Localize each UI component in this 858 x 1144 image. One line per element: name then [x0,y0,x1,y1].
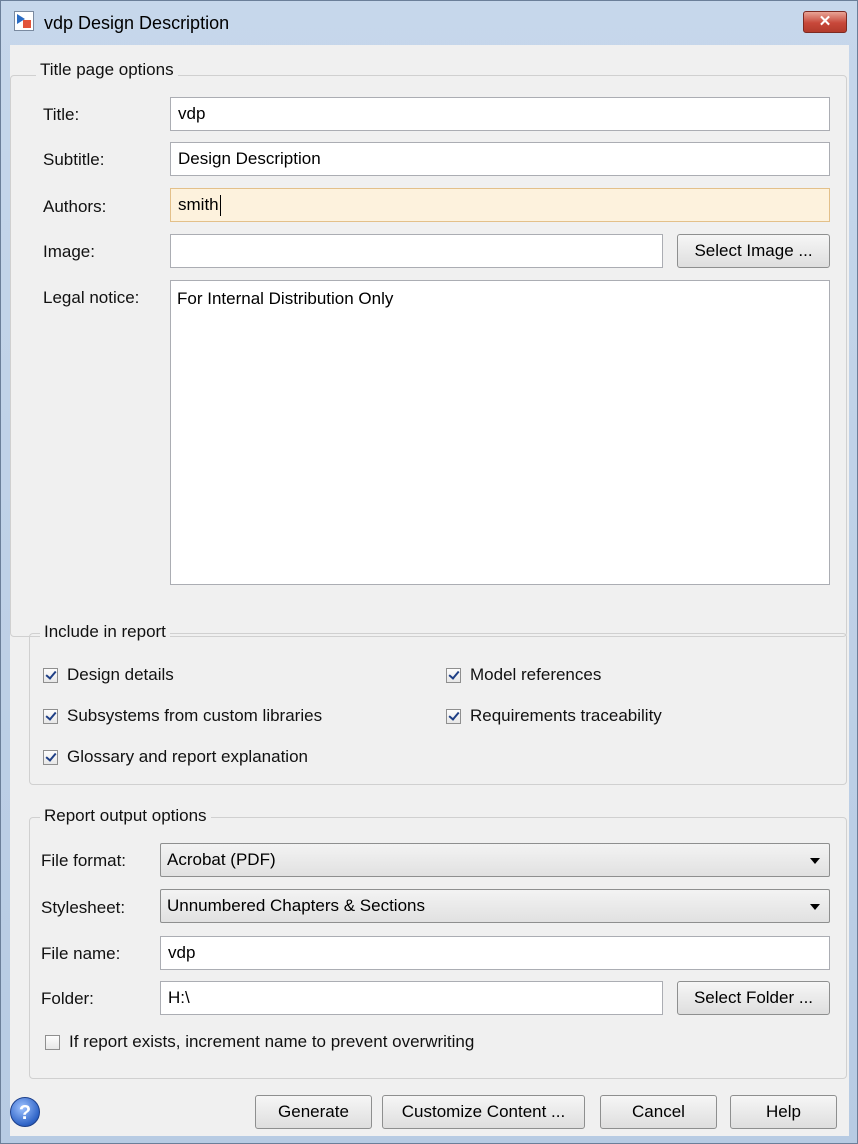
file-format-label: File format: [41,851,127,870]
text-caret [219,195,221,217]
glossary-checkbox[interactable] [43,749,58,765]
design-details-checkbox[interactable] [43,667,58,683]
option-glossary[interactable]: Glossary and report explanation [43,746,308,768]
folder-label: Folder: [41,989,94,1008]
stylesheet-value: Unnumbered Chapters & Sections [167,896,425,915]
authors-label: Authors: [43,197,107,216]
subtitle-label: Subtitle: [43,150,105,169]
stylesheet-label: Stylesheet: [41,898,126,917]
file-name-field[interactable]: vdp [160,936,830,970]
subsystems-custom-libraries-label: Subsystems from custom libraries [67,706,323,725]
title-field[interactable]: vdp [170,97,830,131]
design-details-label: Design details [67,665,174,684]
select-image-button[interactable]: Select Image ... [677,234,830,268]
close-button[interactable]: ✕ [803,11,847,33]
image-field[interactable] [170,234,663,268]
folder-field[interactable]: H:\ [160,981,663,1015]
customize-content-button[interactable]: Customize Content ... [382,1095,585,1129]
image-label: Image: [43,242,95,261]
chevron-down-icon [810,858,820,864]
subtitle-field[interactable]: Design Description [170,142,830,176]
title-label: Title: [43,105,80,124]
window-title: vdp Design Description [44,13,230,33]
help-button[interactable]: Help [730,1095,837,1129]
help-icon[interactable]: ? [10,1097,40,1127]
authors-value: smith [178,195,219,214]
file-format-dropdown[interactable]: Acrobat (PDF) [160,843,830,877]
legal-notice-label: Legal notice: [43,288,140,307]
file-name-label: File name: [41,944,121,963]
simulink-model-icon [14,11,34,31]
include-in-report-legend: Include in report [40,622,170,642]
dialog-body: Title page options Title: vdp Subtitle: … [10,45,849,1136]
title-page-options-legend: Title page options [36,60,178,80]
option-design-details[interactable]: Design details [43,664,174,686]
title-bar[interactable]: vdp Design Description ✕ [1,1,857,45]
cancel-button[interactable]: Cancel [600,1095,717,1129]
model-references-checkbox[interactable] [446,667,461,683]
select-folder-button[interactable]: Select Folder ... [677,981,830,1015]
authors-field[interactable]: smith [170,188,830,222]
generate-button[interactable]: Generate [255,1095,372,1129]
option-increment-name[interactable]: If report exists, increment name to prev… [45,1031,474,1053]
subsystems-custom-libraries-checkbox[interactable] [43,708,58,724]
report-output-options-legend: Report output options [40,806,211,826]
stylesheet-dropdown[interactable]: Unnumbered Chapters & Sections [160,889,830,923]
increment-name-checkbox[interactable] [45,1034,60,1050]
dialog-window: vdp Design Description ✕ Title page opti… [0,0,858,1144]
option-model-references[interactable]: Model references [446,664,601,686]
model-references-label: Model references [470,665,602,684]
legal-notice-textarea[interactable]: For Internal Distribution Only [170,280,830,585]
requirements-traceability-checkbox[interactable] [446,708,461,724]
option-requirements-traceability[interactable]: Requirements traceability [446,705,662,727]
option-subsystems-custom-libraries[interactable]: Subsystems from custom libraries [43,705,322,727]
requirements-traceability-label: Requirements traceability [470,706,662,725]
increment-name-label: If report exists, increment name to prev… [69,1032,475,1051]
chevron-down-icon [810,904,820,910]
glossary-label: Glossary and report explanation [67,747,308,766]
file-format-value: Acrobat (PDF) [167,850,276,869]
